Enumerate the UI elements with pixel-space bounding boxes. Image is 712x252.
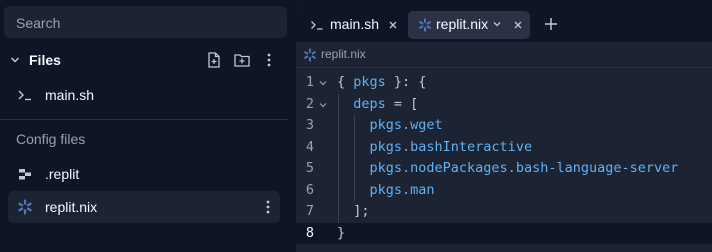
code-line[interactable]: 6 pkgs.man (296, 179, 712, 201)
editor-pane: main.sh replit.nix replit.nix 1 {pkgs}… (296, 6, 712, 252)
line-number: 7 (305, 203, 314, 219)
code-text: } (337, 225, 345, 241)
line-number: 1 (305, 74, 314, 90)
code-identifier: pkgs (353, 74, 386, 90)
code-line[interactable]: 8} (296, 222, 712, 244)
new-folder-button[interactable] (233, 51, 251, 69)
code-identifier: pkgs.wget (369, 117, 443, 133)
close-icon[interactable] (511, 18, 525, 32)
new-folder-icon (234, 54, 250, 67)
code-identifier: pkgs.nodePackages.bash-language-server (369, 160, 679, 176)
code-identifier: pkgs.man (369, 181, 435, 198)
code-text: pkgs.nodePackages.bash-language-server (337, 160, 679, 176)
tab-replit-nix[interactable]: replit.nix (408, 11, 530, 39)
new-file-button[interactable] (205, 51, 223, 69)
tab-main-sh[interactable]: main.sh (300, 11, 404, 39)
line-number: 6 (305, 181, 314, 198)
code-punctuation: = [ (385, 95, 419, 112)
files-section-header[interactable]: Files (0, 44, 288, 76)
nix-snowflake-icon (304, 48, 316, 62)
code-line[interactable]: 2 deps = [ (296, 93, 712, 115)
code-line[interactable]: 7 ]; (296, 201, 712, 223)
file-item-replit[interactable]: .replit (8, 158, 280, 190)
fold-chevron-icon[interactable] (318, 78, 328, 88)
breadcrumb: replit.nix (296, 42, 712, 68)
code-editor[interactable]: 1{ pkgs }: {2 deps = [3 pkgs.wget 4 pkgs.… (296, 72, 712, 244)
code-text: pkgs.man (337, 182, 435, 198)
code-line[interactable]: 3 pkgs.wget (296, 115, 712, 137)
nix-snowflake-icon (419, 18, 431, 32)
code-text: pkgs.wget (337, 117, 443, 133)
files-menu-button[interactable] (260, 51, 278, 69)
line-number: 2 (305, 95, 314, 112)
files-title: Files (29, 52, 61, 68)
fold-chevron-icon[interactable] (318, 100, 328, 110)
line-number: 4 (305, 138, 314, 155)
chevron-down-icon[interactable] (492, 19, 502, 29)
code-line[interactable]: 5 pkgs.nodePackages.bash-language-server (296, 158, 712, 180)
file-name: replit.nix (45, 199, 98, 215)
terminal-icon (311, 21, 323, 30)
code-punctuation: ]; (353, 203, 370, 219)
code-punctuation: { (337, 74, 354, 90)
nix-snowflake-icon (18, 199, 32, 215)
replit-config-icon (19, 169, 31, 180)
line-number: 5 (305, 160, 314, 176)
code-identifier: pkgs.bashInteractive (369, 138, 533, 155)
tab-bar: main.sh replit.nix (296, 6, 712, 42)
line-number: 3 (305, 117, 314, 133)
more-vertical-icon[interactable] (262, 198, 274, 216)
file-item-main-sh[interactable]: main.sh (8, 79, 280, 111)
close-icon[interactable] (386, 18, 400, 32)
tab-label: replit.nix (436, 16, 489, 32)
file-sidebar: Search Files main.sh Config files .repli… (0, 0, 288, 252)
chevron-down-icon[interactable] (10, 55, 20, 65)
code-text: pkgs.bashInteractive (337, 138, 533, 155)
code-text: ]; (337, 203, 370, 219)
code-text: { pkgs }: { (337, 74, 426, 90)
code-line[interactable]: 4 pkgs.bashInteractive (296, 136, 712, 158)
file-name: .replit (45, 166, 80, 182)
code-punctuation: } (337, 224, 346, 241)
more-vertical-icon (267, 53, 271, 67)
config-files-title: Config files (16, 131, 86, 147)
terminal-icon (18, 90, 31, 101)
file-item-replit-nix[interactable]: replit.nix (8, 191, 280, 223)
line-number: 8 (305, 224, 314, 241)
plus-icon[interactable] (542, 15, 560, 33)
search-input[interactable]: Search (4, 6, 287, 38)
breadcrumb-file[interactable]: replit.nix (321, 47, 366, 61)
code-line[interactable]: 1 { pkgs }: { (296, 72, 712, 94)
code-text: deps = [ (337, 96, 418, 112)
new-file-icon (208, 52, 220, 68)
file-name: main.sh (45, 87, 95, 103)
tab-label: main.sh (330, 16, 380, 32)
code-identifier: deps (353, 95, 386, 112)
code-punctuation: }: { (385, 74, 427, 90)
search-placeholder: Search (16, 15, 61, 31)
section-divider (0, 119, 288, 120)
